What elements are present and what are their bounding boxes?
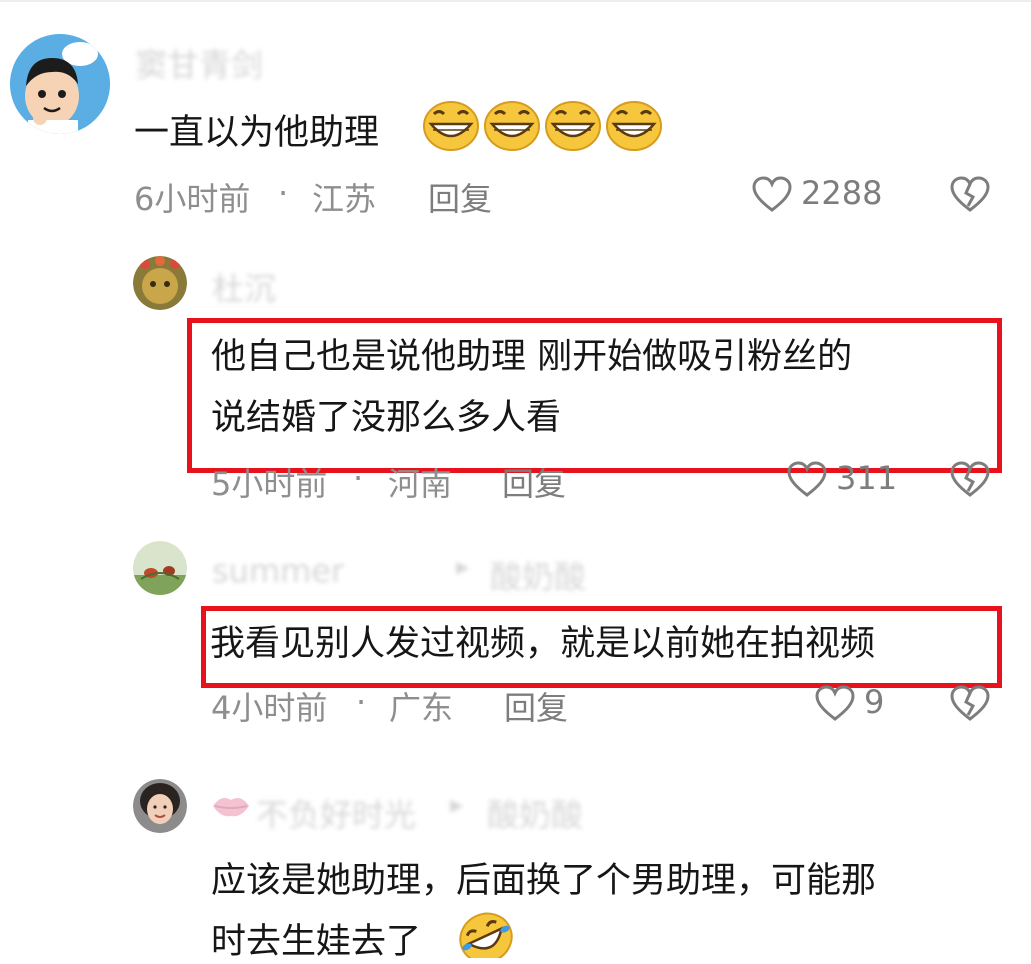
- comment-username[interactable]: 不负好时光: [256, 790, 416, 836]
- avatar[interactable]: [133, 779, 187, 833]
- meta-separator: ·: [356, 683, 367, 721]
- grinning-emoji-icon: [422, 100, 480, 156]
- comment-text: 我看见别人发过视频，就是以前她在拍视频: [210, 624, 876, 664]
- avatar[interactable]: [133, 256, 187, 310]
- avatar[interactable]: [10, 34, 110, 134]
- like-count: 311: [836, 459, 898, 497]
- top-divider: [0, 0, 1031, 2]
- meta-separator: ·: [353, 459, 364, 497]
- comment-location: 广东: [389, 689, 454, 727]
- comment-time: 6小时前: [134, 180, 251, 218]
- rolling-laughing-emoji-icon: [456, 908, 516, 964]
- reply-arrow-icon: ▸: [456, 552, 470, 582]
- comment-username[interactable]: summer: [212, 552, 344, 590]
- comment-text: 时去生娃去了: [211, 922, 422, 962]
- comment-location: 河南: [388, 465, 453, 503]
- grinning-emoji-icon: [605, 100, 663, 156]
- reply-to-username[interactable]: 酸奶酸: [490, 552, 586, 598]
- like-count: 9: [864, 683, 885, 721]
- grinning-emoji-icon: [544, 100, 602, 156]
- reply-button[interactable]: 回复: [428, 174, 492, 220]
- heart-icon[interactable]: [752, 176, 792, 218]
- comment-text: 说结婚了没那么多人看: [211, 398, 562, 438]
- reply-to-username[interactable]: 酸奶酸: [487, 790, 583, 836]
- broken-heart-icon[interactable]: [950, 461, 990, 503]
- comment-text: 应该是她助理，后面换了个男助理，可能那: [211, 861, 877, 901]
- reply-button[interactable]: 回复: [504, 683, 568, 729]
- comment-time: 4小时前: [211, 689, 328, 727]
- comment-location: 江苏: [312, 180, 377, 218]
- comment-username[interactable]: 窦甘青剑: [135, 40, 263, 86]
- comment-time: 5小时前: [211, 465, 328, 503]
- comment-text: 一直以为他助理: [134, 113, 380, 153]
- reply-arrow-icon: ▸: [450, 790, 464, 820]
- avatar[interactable]: [133, 541, 187, 595]
- comment-text: 他自己也是说他助理 刚开始做吸引粉丝的: [211, 337, 853, 377]
- heart-icon[interactable]: [815, 685, 855, 727]
- meta-separator: ·: [278, 174, 289, 212]
- broken-heart-icon[interactable]: [950, 685, 990, 727]
- lips-icon: [211, 792, 251, 824]
- broken-heart-icon[interactable]: [950, 176, 990, 218]
- comment-username[interactable]: 杜沉: [212, 264, 276, 310]
- heart-icon[interactable]: [787, 461, 827, 503]
- reply-button[interactable]: 回复: [502, 459, 566, 505]
- like-count: 2288: [801, 174, 883, 212]
- grinning-emoji-icon: [483, 100, 541, 156]
